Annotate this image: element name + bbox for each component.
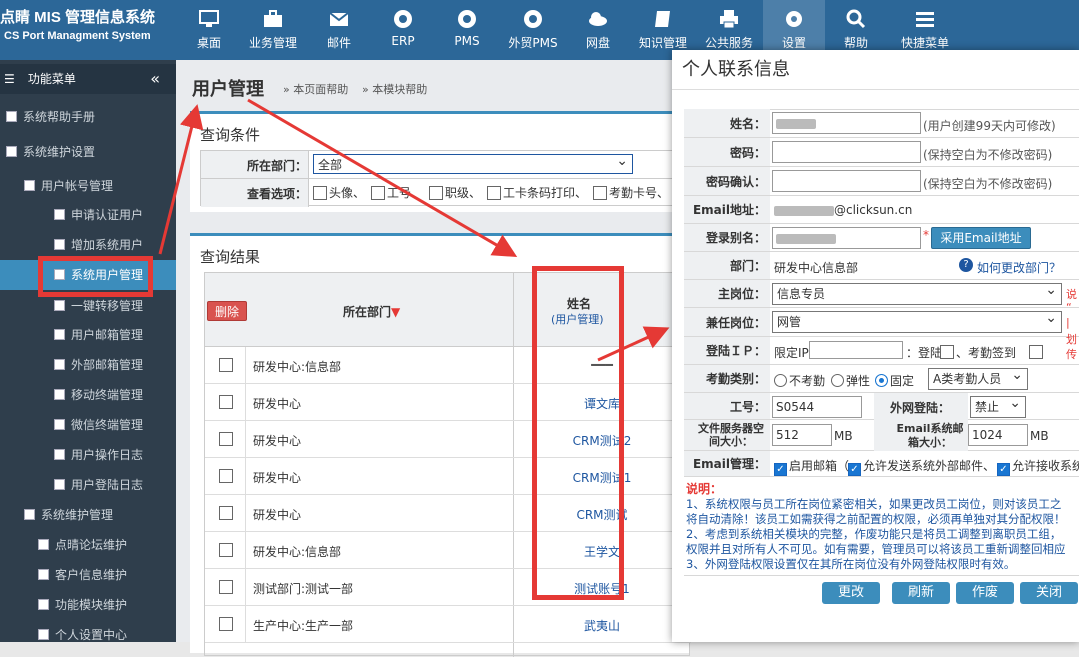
- att-option-1[interactable]: 弹性: [831, 372, 870, 389]
- extlogin-label: 外网登陆：: [890, 401, 951, 415]
- name-hint: (用户创建99天内可修改): [923, 119, 1056, 133]
- row-password: 密码： (保持空白为不修改密码): [684, 138, 1079, 167]
- att-option-2[interactable]: 固定: [875, 372, 914, 389]
- help-icon[interactable]: ?: [959, 258, 973, 272]
- att-option-label: 固定: [890, 374, 915, 388]
- row-password-confirm: 密码确认： (保持空白为不修改密码): [684, 167, 1079, 196]
- ip-login-checkbox[interactable]: [940, 345, 954, 359]
- note-line-0: 1、系统权限与员工所在岗位紧密相关，如果更改员工岗位，则对该员工之: [686, 497, 1062, 511]
- mail-option-label: 启用邮箱（: [789, 459, 850, 473]
- att-option-label: 不考勤: [789, 374, 826, 388]
- arrow-to-sidepost: [597, 326, 670, 362]
- mail-checkbox[interactable]: ✓: [848, 463, 861, 476]
- ip-text: 限定IP: [774, 346, 809, 360]
- att-radio[interactable]: [774, 374, 787, 387]
- use-email-button[interactable]: 采用Email地址: [931, 227, 1031, 249]
- change-dept-link[interactable]: 如何更改部门？: [977, 259, 1061, 276]
- mail-size-input[interactable]: 1024: [968, 424, 1028, 446]
- extlogin-select[interactable]: 禁止: [970, 393, 1026, 418]
- row-email: Email地址： @clicksun.cn: [684, 196, 1079, 224]
- password-confirm-label: 密码确认：: [684, 167, 770, 195]
- row-name: 姓名： (用户创建99天内可修改): [684, 109, 1079, 138]
- refresh-button[interactable]: 刷新: [892, 582, 950, 604]
- main-post-label: 主岗位：: [684, 280, 770, 307]
- alias-label: 登录别名：: [684, 224, 770, 251]
- arrow-to-title: [158, 104, 204, 255]
- note-line-4: 3、外网登陆权限设置仅在其所在岗位没有外网登陆权限时有效。: [686, 557, 1016, 571]
- mail-option-2[interactable]: ✓ 允许接收系统: [997, 457, 1079, 476]
- row-storage: 文件服务器空间大小： 512 MB Email系统邮箱大小： 1024 MB: [684, 420, 1079, 451]
- att-radio[interactable]: [831, 374, 844, 387]
- dialog-title: 个人联系信息: [672, 50, 1079, 90]
- contact-info-dialog: 个人联系信息 姓名： (用户创建99天内可修改) 密码： (保持空白为不修改密码…: [672, 50, 1079, 642]
- mail-checkbox[interactable]: ✓: [997, 463, 1010, 476]
- att-option-label: 弹性: [846, 374, 871, 388]
- dept-label: 部门：: [684, 252, 770, 279]
- row-dept: 部门： 研发中心信息部 ? 如何更改部门？: [684, 252, 1079, 280]
- close-button[interactable]: 关闭: [1020, 582, 1078, 604]
- empno-label: 工号：: [684, 393, 770, 419]
- att-type-select[interactable]: A类考勤人员: [928, 365, 1028, 390]
- fs-unit: MB: [834, 429, 853, 443]
- mail-size-label: Email系统邮箱大小：: [896, 422, 964, 449]
- row-side-post: 兼任岗位： 网管: [684, 308, 1079, 337]
- ip-label: 登陆ＩＰ：: [684, 337, 770, 364]
- mail-option-label: 允许发送系统外部邮件、: [863, 459, 996, 473]
- notes-title: 说明：: [686, 482, 723, 496]
- alias-input[interactable]: [772, 227, 921, 249]
- ip-att-checkbox[interactable]: [1029, 345, 1043, 359]
- email-label: Email地址：: [684, 196, 770, 223]
- side-red-4: 传: [1066, 348, 1077, 361]
- mail-option-label: 允许接收系统: [1012, 459, 1079, 473]
- note-line-1: 将自动清除！该员工如需获得之前配置的权限，必须再单独对其分配权限！: [686, 512, 1066, 526]
- required-mark: *: [923, 228, 929, 242]
- side-post-label: 兼任岗位：: [684, 308, 770, 336]
- row-alias: 登录别名： * 采用Email地址: [684, 224, 1079, 252]
- att-option-0[interactable]: 不考勤: [774, 372, 825, 389]
- void-button[interactable]: 作废: [956, 582, 1014, 604]
- note-line-2: 2、考虑到系统相关模块的完整，作废功能只是将员工调整到离职员工组，: [686, 527, 1062, 541]
- password-input[interactable]: [772, 141, 921, 163]
- row-ip: 登陆ＩＰ： 限定IP ：登陆 、考勤签到: [684, 337, 1079, 365]
- ip-att-text: 、考勤签到: [956, 346, 1017, 360]
- mail-size-unit: MB: [1030, 429, 1049, 443]
- row-attendance: 考勤类别： 不考勤 弹性 固定 A类考勤人员: [684, 365, 1079, 393]
- notes-section: 说明： 1、系统权限与员工所在岗位紧密相关，如果更改员工岗位，则对该员工之 将自动…: [684, 477, 1079, 576]
- password-confirm-input[interactable]: [772, 170, 921, 192]
- name-label: 姓名：: [684, 109, 770, 137]
- mail-mgmt-label: Email管理：: [684, 451, 770, 476]
- empno-input[interactable]: S0544: [772, 396, 862, 418]
- email-value: @clicksun.cn: [774, 203, 912, 217]
- mail-checkbox[interactable]: ✓: [774, 463, 787, 476]
- password-confirm-hint: (保持空白为不修改密码): [923, 177, 1053, 191]
- mail-option-1[interactable]: ✓ 允许发送系统外部邮件、: [848, 457, 995, 476]
- row-empno: 工号： S0544 外网登陆： 禁止: [684, 393, 1079, 420]
- att-radio[interactable]: [875, 374, 888, 387]
- password-label: 密码：: [684, 138, 770, 166]
- fs-label-text: 文件服务器空间大小：: [698, 422, 764, 448]
- ip-login-text: ：登陆: [906, 346, 943, 360]
- ip-input[interactable]: [809, 341, 903, 359]
- att-label: 考勤类别：: [684, 365, 770, 392]
- arrow-to-name-col: [247, 98, 518, 258]
- row-mail-mgmt: Email管理： ✓ 启用邮箱（ ✓ 允许发送系统外部邮件、 ✓ 允许接收系统: [684, 451, 1079, 477]
- side-red-1: “: [1066, 301, 1072, 314]
- update-button[interactable]: 更改: [822, 582, 880, 604]
- mail-option-0[interactable]: ✓ 启用邮箱（: [774, 457, 849, 476]
- fs-label: 文件服务器空间大小：: [684, 420, 770, 450]
- password-hint: (保持空白为不修改密码): [923, 148, 1053, 162]
- side-red-0: 说: [1066, 288, 1077, 301]
- side-post-select[interactable]: 网管: [772, 308, 1062, 333]
- note-line-3: 权限并且对所有人不可见。如有需要，管理员可以将该员工重新调整回相应: [686, 542, 1066, 556]
- email-domain: @clicksun.cn: [834, 203, 913, 217]
- side-red-3: 划: [1066, 333, 1077, 346]
- main-post-select[interactable]: 信息专员: [772, 280, 1062, 305]
- fs-input[interactable]: 512: [772, 424, 832, 446]
- dept-value: 研发中心信息部: [774, 261, 859, 275]
- name-input[interactable]: [772, 112, 921, 134]
- row-main-post: 主岗位： 信息专员: [684, 280, 1079, 308]
- side-red-2: |: [1066, 316, 1070, 329]
